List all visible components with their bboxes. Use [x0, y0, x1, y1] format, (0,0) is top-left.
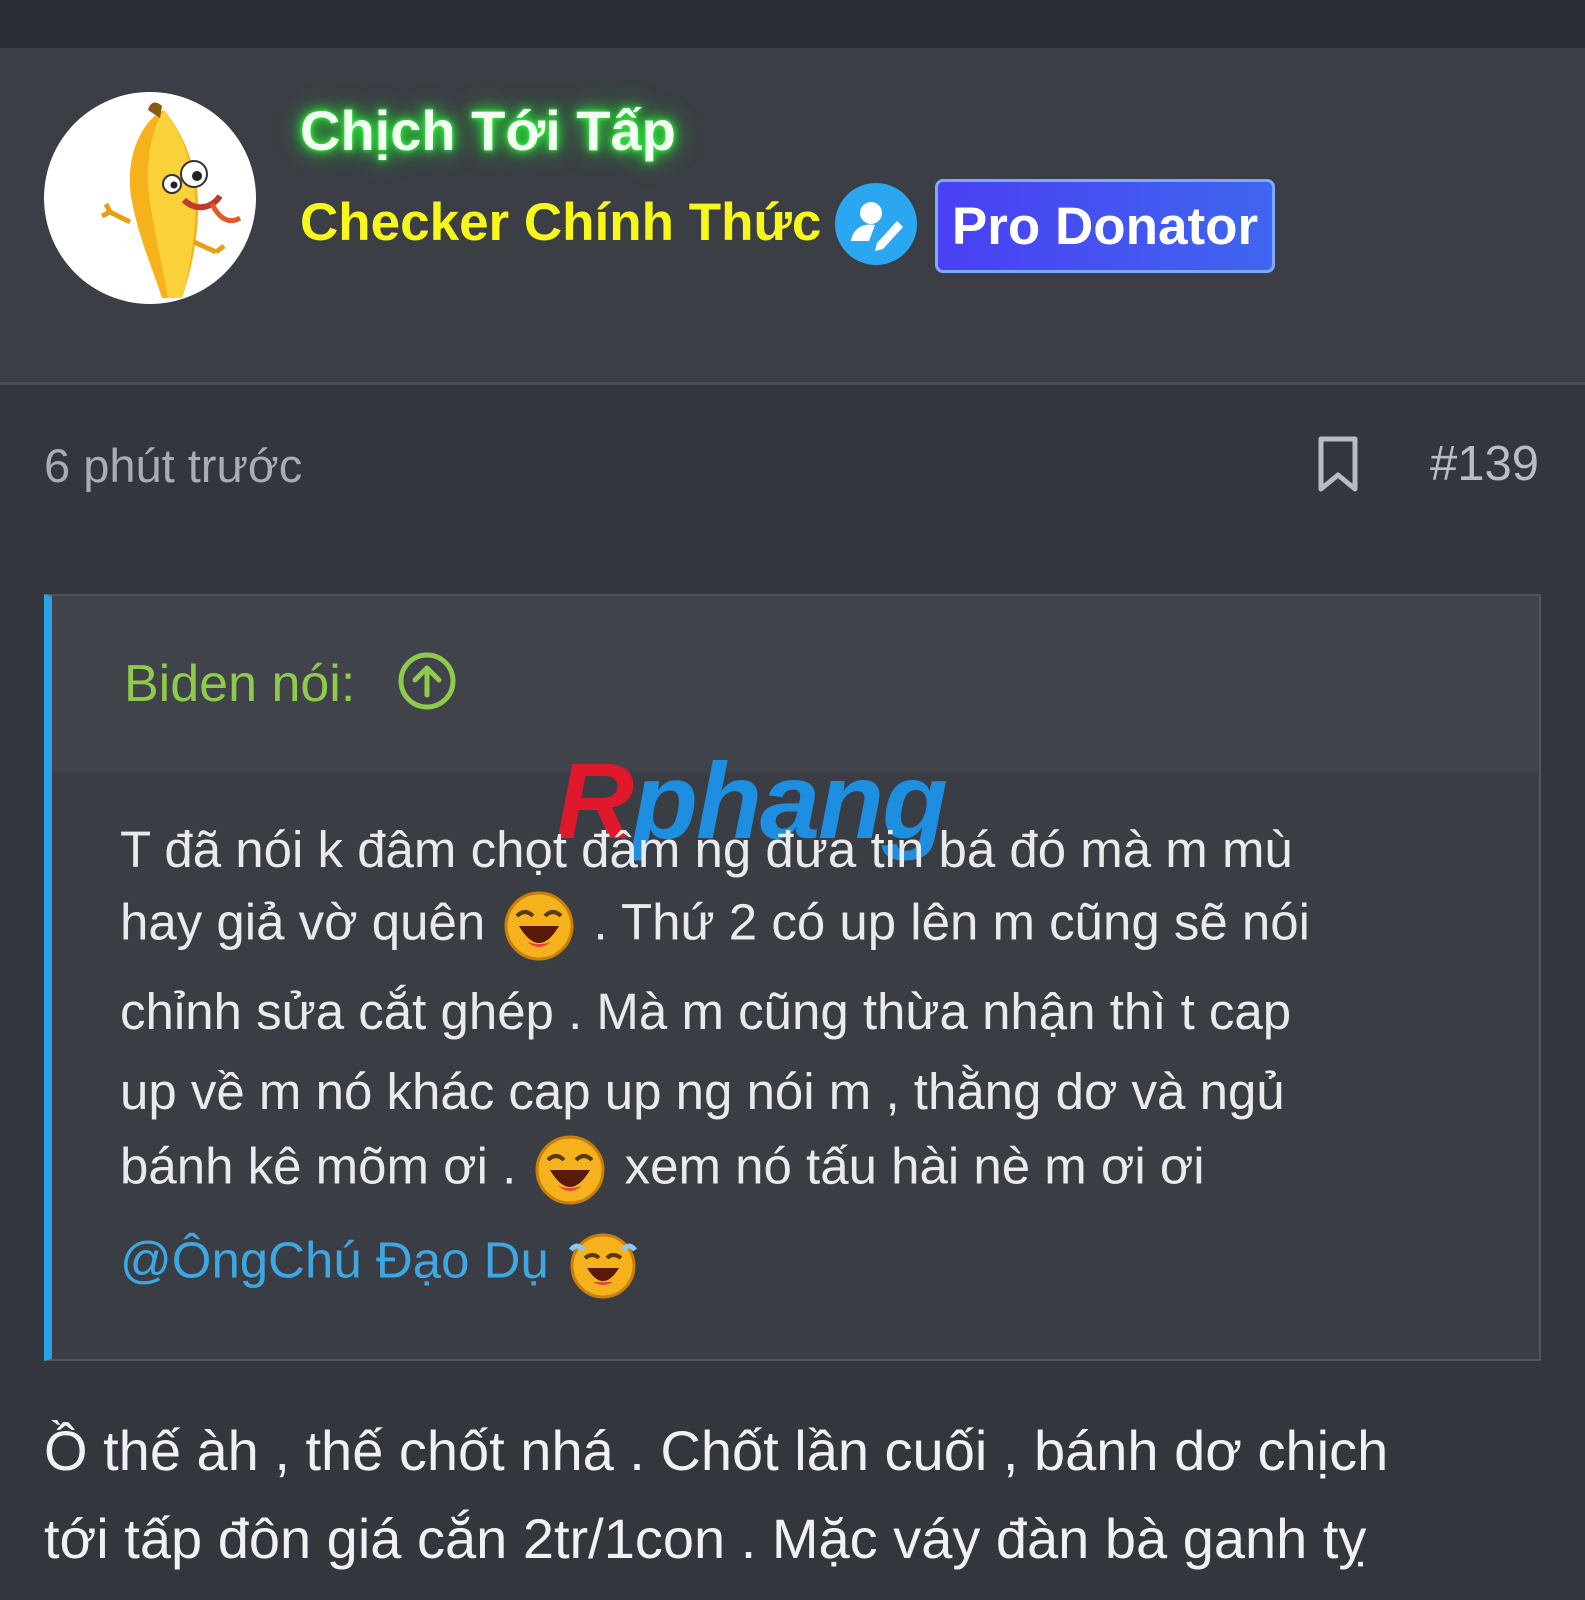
top-bar: [0, 0, 1585, 48]
banana-avatar-image: [100, 102, 242, 298]
arrow-up-circle-icon[interactable]: [396, 650, 458, 712]
post-body-line: Ồ thế àh , thế chốt nhá . Chốt lần cuối …: [44, 1419, 1389, 1482]
crying-laughing-emoji-icon: [567, 1228, 639, 1300]
verified-user-icon: [835, 183, 917, 265]
laughing-emoji-icon: [534, 1134, 606, 1206]
quote-text-line: chỉnh sửa cắt ghép . Mà m cũng thừa nhận…: [120, 983, 1292, 1040]
user-mention-link[interactable]: @ÔngChú Đạo Dụ: [120, 1231, 549, 1288]
quote-author-link[interactable]: Biden nói:: [124, 654, 355, 714]
pro-donator-badge: Pro Donator: [935, 179, 1275, 273]
quote-text-line: up về m nó khác cap up ng nói m , thằng …: [120, 1063, 1285, 1120]
avatar[interactable]: [44, 92, 256, 304]
quote-text-line: T đã nói k đâm chọt đâm ng đưa tin bá đó…: [120, 821, 1293, 878]
post-number-link[interactable]: #139: [1430, 436, 1539, 492]
user-rank-title: Checker Chính Thức: [300, 193, 822, 252]
post-time[interactable]: 6 phút trước: [44, 438, 302, 493]
post-body-line: tới tấp đôn giá cắn 2tr/1con . Mặc váy đ…: [44, 1507, 1367, 1570]
username[interactable]: Chịch Tới Tấp: [300, 98, 676, 163]
quote-text-line: @ÔngChú Đạo Dụ: [120, 1228, 643, 1300]
bookmark-icon[interactable]: [1315, 435, 1361, 495]
quote-text-line: bánh kê mõm ơi . xem nó tấu hài nè m ơi …: [120, 1134, 1205, 1206]
forum-post-page: Chịch Tới Tấp Checker Chính Thức Pro Don…: [0, 0, 1585, 1600]
laughing-emoji-icon: [503, 890, 575, 962]
quote-text-line: hay giả vờ quên . Thứ 2 có up lên m cũng…: [120, 890, 1310, 962]
